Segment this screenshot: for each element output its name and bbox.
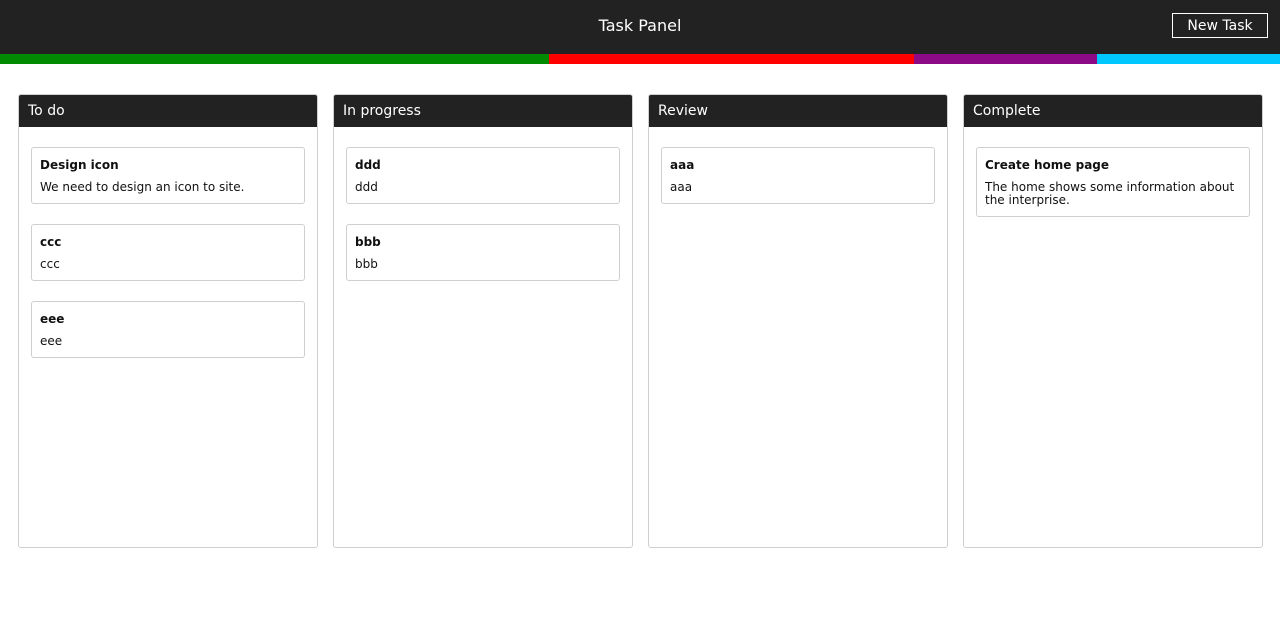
task-description: We need to design an icon to site. [40,180,245,194]
strip-segment-complete [1097,54,1280,64]
column-todo: To do Design icon We need to design an i… [18,94,318,548]
task-panel-page: Task Panel New Task To do Design icon We… [0,0,1284,626]
column-in-progress: In progress ddd ddd bbb bbb [333,94,633,548]
status-color-strip [0,54,1280,64]
task-title: eee [40,312,65,326]
task-card[interactable]: Create home page The home shows some inf… [976,147,1250,217]
strip-segment-review [914,54,1098,64]
task-title: Design icon [40,158,119,172]
card-list-todo: Design icon We need to design an icon to… [19,127,317,358]
top-bar: Task Panel New Task [0,0,1280,54]
task-card[interactable]: Design icon We need to design an icon to… [31,147,305,204]
column-header-complete: Complete [964,95,1262,127]
column-header-review: Review [649,95,947,127]
task-card[interactable]: ccc ccc [31,224,305,281]
column-review: Review aaa aaa [648,94,948,548]
task-description: ddd [355,180,378,194]
task-card[interactable]: eee eee [31,301,305,358]
column-complete: Complete Create home page The home shows… [963,94,1263,548]
task-card[interactable]: aaa aaa [661,147,935,204]
task-description: eee [40,334,63,348]
task-title: ddd [355,158,381,172]
task-title: aaa [670,158,695,172]
task-title: bbb [355,235,381,249]
strip-segment-todo [0,54,549,64]
task-description: The home shows some information about th… [985,180,1235,207]
column-header-todo: To do [19,95,317,127]
task-title: ccc [40,235,62,249]
task-description: aaa [670,180,693,194]
column-header-in-progress: In progress [334,95,632,127]
task-description: ccc [40,257,60,271]
strip-segment-in-progress [548,54,915,64]
task-description: bbb [355,257,378,271]
new-task-button[interactable]: New Task [1172,13,1268,38]
card-list-review: aaa aaa [649,127,947,204]
card-list-in-progress: ddd ddd bbb bbb [334,127,632,281]
task-title: Create home page [985,158,1110,172]
task-card[interactable]: ddd ddd [346,147,620,204]
task-card[interactable]: bbb bbb [346,224,620,281]
page-title: Task Panel [598,16,682,35]
card-list-complete: Create home page The home shows some inf… [964,127,1262,217]
